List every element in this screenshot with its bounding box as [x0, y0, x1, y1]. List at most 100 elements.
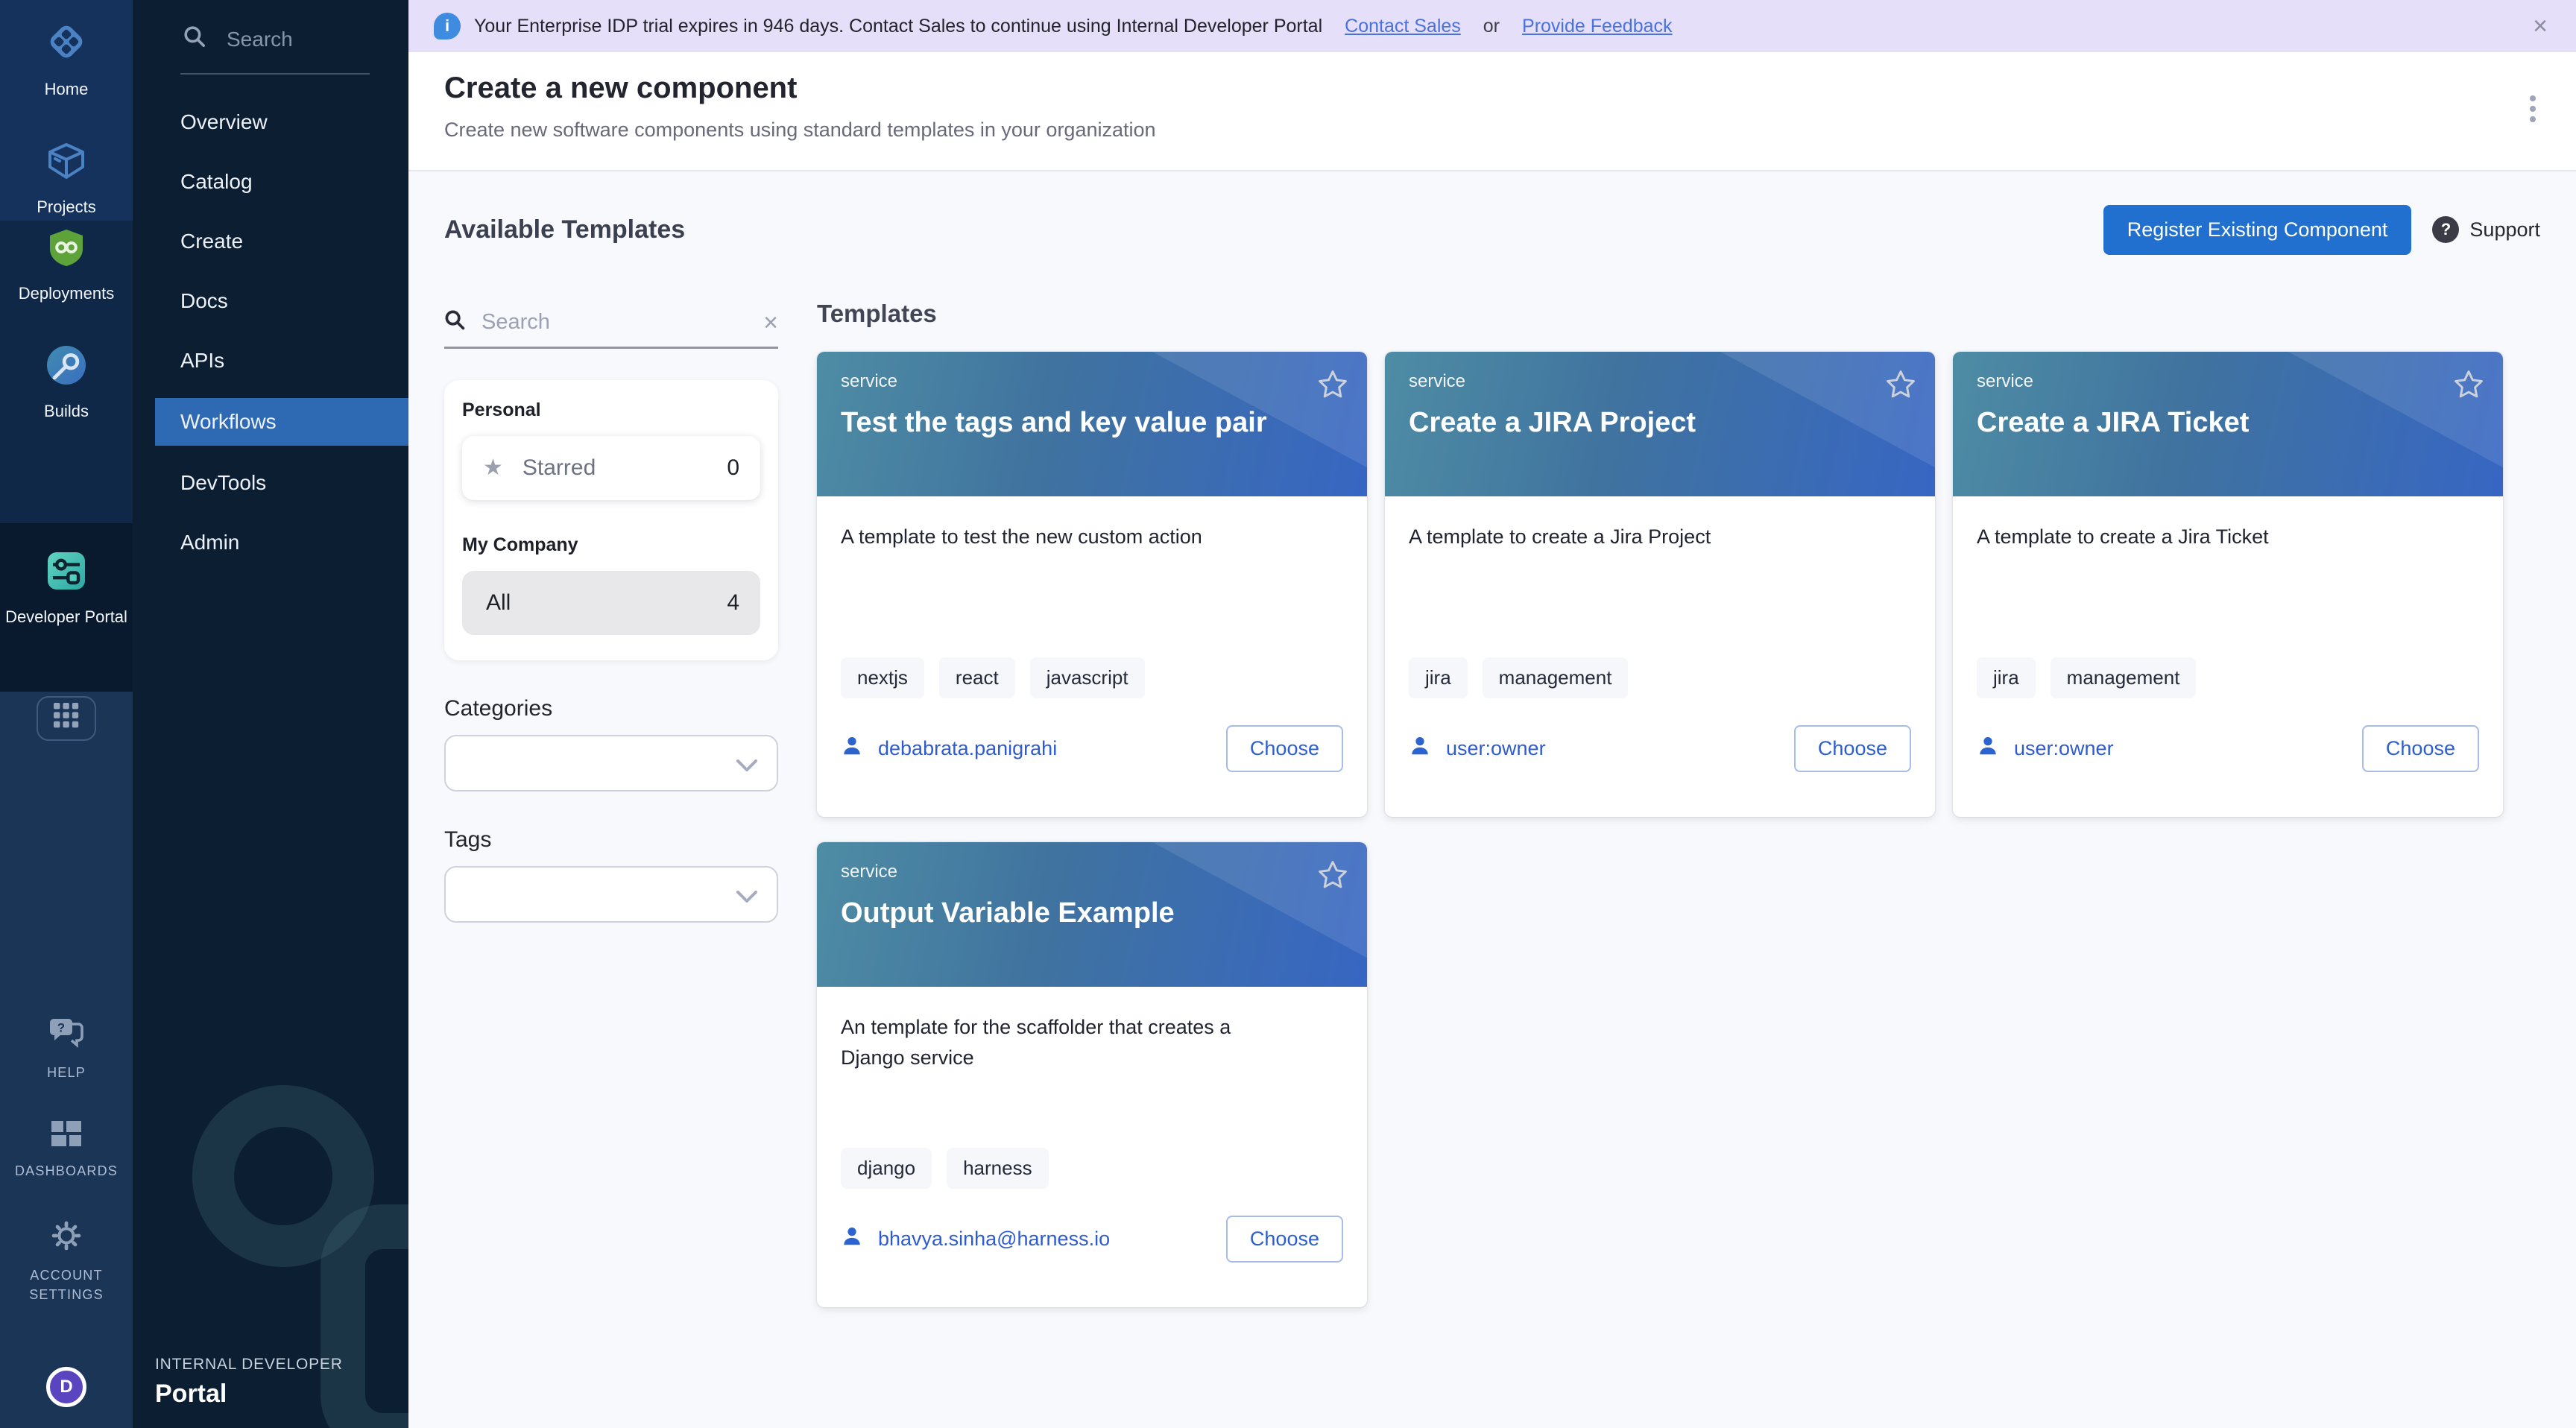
register-existing-component-button[interactable]: Register Existing Component — [2103, 205, 2412, 255]
template-card: service Create a JIRA Ticket A template … — [1953, 352, 2503, 817]
choose-button[interactable]: Choose — [1226, 725, 1343, 772]
search-icon — [444, 309, 465, 336]
nav-item-admin[interactable]: Admin — [133, 519, 408, 566]
template-card-grid: service Test the tags and key value pair… — [817, 352, 2540, 1307]
module-item-deployments[interactable]: Deployments — [0, 225, 133, 304]
card-owner-link[interactable]: user:owner — [1446, 737, 1546, 760]
tag: react — [939, 657, 1015, 698]
ownership-filter-card: Personal ★ Starred 0 My Company All 4 — [444, 380, 778, 660]
card-body: A template to create a Jira Ticket jira … — [1953, 496, 2503, 817]
card-tags: nextjs react javascript — [841, 657, 1343, 698]
categories-label: Categories — [444, 696, 778, 721]
banner-close-icon[interactable]: × — [2530, 13, 2551, 39]
tag: harness — [947, 1148, 1049, 1189]
person-icon — [1977, 735, 1999, 763]
search-icon — [183, 25, 206, 54]
choose-button[interactable]: Choose — [1226, 1216, 1343, 1263]
card-header: service Create a JIRA Project — [1385, 352, 1935, 496]
home-icon — [42, 18, 90, 72]
card-tags: jira management — [1409, 657, 1911, 698]
nav-item-apis[interactable]: APIs — [133, 337, 408, 385]
question-icon: ? — [2432, 216, 2459, 243]
card-owner-link[interactable]: debabrata.panigrahi — [878, 737, 1057, 760]
nav-item-catalog[interactable]: Catalog — [133, 158, 408, 206]
kebab-menu-icon[interactable] — [2525, 91, 2540, 127]
card-footer: bhavya.sinha@harness.io Choose — [841, 1216, 1343, 1263]
main-area: i Your Enterprise IDP trial expires in 9… — [408, 0, 2576, 1428]
module-group-top: Home Projects — [0, 0, 133, 221]
tag: nextjs — [841, 657, 924, 698]
card-tags: django harness — [841, 1148, 1343, 1189]
star-toggle-icon[interactable] — [2452, 368, 2485, 407]
star-toggle-icon[interactable] — [1316, 859, 1349, 897]
card-description: A template to create a Jira Project — [1409, 522, 1911, 552]
all-count: 4 — [727, 590, 739, 616]
module-item-projects[interactable]: Projects — [0, 139, 133, 218]
star-toggle-icon[interactable] — [1316, 368, 1349, 407]
provide-feedback-link[interactable]: Provide Feedback — [1522, 16, 1673, 37]
choose-button[interactable]: Choose — [1794, 725, 1911, 772]
sidebar-brand: INTERNAL DEVELOPER Portal — [155, 1356, 343, 1409]
template-search-input[interactable] — [479, 309, 750, 336]
templates-body: × Personal ★ Starred 0 My Company All 4 — [444, 276, 2540, 1307]
card-description: A template to create a Jira Ticket — [1977, 522, 2479, 552]
card-tags: jira management — [1977, 657, 2479, 698]
tag: django — [841, 1148, 932, 1189]
module-group-mid: Deployments Builds — [0, 221, 133, 523]
card-category: service — [841, 371, 1343, 392]
module-item-dashboards[interactable]: DASHBOARDS — [15, 1121, 118, 1181]
sidebar-search-input[interactable] — [224, 26, 373, 53]
template-search[interactable]: × — [444, 309, 778, 349]
nav-item-create[interactable]: Create — [133, 218, 408, 265]
module-label: Developer Portal — [5, 607, 127, 628]
module-item-builds[interactable]: Builds — [0, 343, 133, 422]
module-label: Builds — [44, 401, 89, 422]
card-header: service Test the tags and key value pair — [817, 352, 1367, 496]
dashboards-icon — [51, 1121, 81, 1154]
module-label: Deployments — [19, 283, 114, 304]
card-body: A template to create a Jira Project jira… — [1385, 496, 1935, 817]
tag: javascript — [1030, 657, 1145, 698]
module-item-help[interactable]: ? HELP — [47, 1017, 86, 1082]
module-label: HELP — [47, 1063, 86, 1082]
module-label: ACCOUNT SETTINGS — [8, 1266, 124, 1304]
sidebar-search[interactable] — [133, 0, 408, 54]
template-card: service Create a JIRA Project A template… — [1385, 352, 1935, 817]
card-owner-link[interactable]: bhavya.sinha@harness.io — [878, 1228, 1110, 1251]
app-root: Home Projects — [0, 0, 2576, 1428]
nav-item-overview[interactable]: Overview — [133, 98, 408, 146]
contact-sales-link[interactable]: Contact Sales — [1345, 16, 1461, 37]
card-owner-link[interactable]: user:owner — [2014, 737, 2114, 760]
user-avatar[interactable]: D — [46, 1367, 86, 1407]
card-header: service Output Variable Example — [817, 842, 1367, 987]
nav-item-workflows[interactable]: Workflows — [155, 398, 408, 446]
tags-dropdown[interactable] — [444, 866, 778, 923]
card-footer: debabrata.panigrahi Choose — [841, 725, 1343, 772]
nav-item-devtools[interactable]: DevTools — [133, 459, 408, 507]
trial-banner-message: Your Enterprise IDP trial expires in 946… — [474, 16, 1322, 37]
module-item-home[interactable]: Home — [0, 18, 133, 100]
tag: jira — [1409, 657, 1468, 698]
svg-text:?: ? — [57, 1020, 65, 1034]
all-filter-row[interactable]: All 4 — [462, 571, 760, 635]
module-switcher-button[interactable] — [37, 696, 96, 741]
tags-label: Tags — [444, 827, 778, 853]
card-footer: user:owner Choose — [1977, 725, 2479, 772]
card-description: An template for the scaffolder that crea… — [841, 1012, 1288, 1072]
card-footer: user:owner Choose — [1409, 725, 1911, 772]
choose-button[interactable]: Choose — [2362, 725, 2479, 772]
support-link[interactable]: ? Support — [2432, 216, 2540, 243]
chevron-down-icon — [736, 750, 757, 777]
star-toggle-icon[interactable] — [1884, 368, 1917, 407]
module-item-developer-portal[interactable]: Developer Portal — [0, 549, 133, 628]
nav-item-docs[interactable]: Docs — [133, 277, 408, 325]
starred-filter-row[interactable]: ★ Starred 0 — [462, 436, 760, 500]
chevron-down-icon — [736, 881, 757, 909]
card-category: service — [841, 862, 1343, 882]
clear-search-icon[interactable]: × — [763, 310, 778, 335]
templates-toolbar: Available Templates Register Existing Co… — [444, 183, 2540, 276]
categories-dropdown[interactable] — [444, 735, 778, 792]
star-icon: ★ — [483, 457, 503, 479]
grid-dots-icon — [54, 703, 79, 734]
module-item-account-settings[interactable]: ACCOUNT SETTINGS — [8, 1219, 124, 1304]
